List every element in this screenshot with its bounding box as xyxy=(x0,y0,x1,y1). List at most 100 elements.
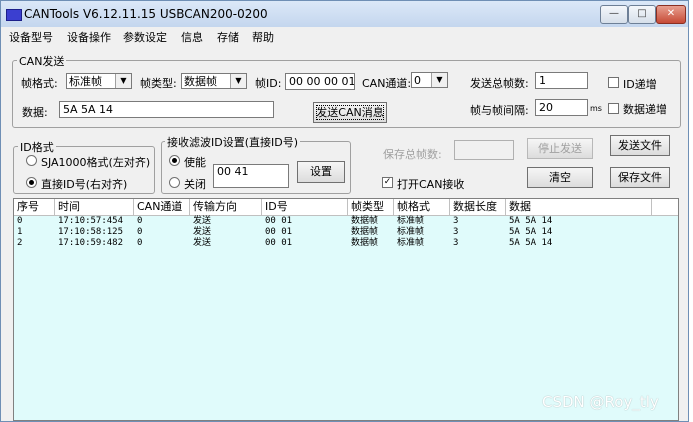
frame-id-input[interactable]: 00 00 00 01 xyxy=(285,73,355,90)
column-header-id[interactable]: ID号 xyxy=(262,199,348,215)
table-row[interactable]: 0 17:10:57:454 0 发送 00 01 数据帧 标准帧 3 5A 5… xyxy=(14,216,678,227)
frame-interval-label: 帧与帧间隔: xyxy=(470,104,529,117)
cell-data: 5A 5A 14 xyxy=(509,216,553,226)
cell-frame-type: 数据帧 xyxy=(351,227,379,237)
cell-data: 5A 5A 14 xyxy=(509,227,553,237)
column-header-index[interactable]: 序号 xyxy=(14,199,55,215)
table-row[interactable]: 1 17:10:58:125 0 发送 00 01 数据帧 标准帧 3 5A 5… xyxy=(14,227,678,238)
frame-type-select[interactable]: 数据帧 ▼ xyxy=(181,73,247,89)
menu-bar: 设备型号 设备操作 参数设定 信息 存储 帮助 xyxy=(1,27,688,45)
cell-frame-type: 数据帧 xyxy=(351,238,379,248)
filter-group-title: 接收滤波ID设置(直接ID号) xyxy=(165,134,301,150)
frame-type-label: 帧类型: xyxy=(140,77,177,90)
open-can-receive-checkbox[interactable]: ✓ xyxy=(382,177,393,188)
column-header-frame-format[interactable]: 帧格式 xyxy=(394,199,450,215)
cell-frame-type: 数据帧 xyxy=(351,216,379,226)
save-file-button[interactable]: 保存文件 xyxy=(610,167,670,188)
frame-format-select[interactable]: 标准帧 ▼ xyxy=(66,73,132,89)
data-label: 数据: xyxy=(22,106,48,119)
window-title: CANTools V6.12.11.15 USBCAN200-0200 xyxy=(24,7,268,21)
cell-index: 0 xyxy=(17,216,23,226)
data-increment-checkbox[interactable] xyxy=(608,103,619,114)
frame-format-value: 标准帧 xyxy=(69,75,102,88)
filter-enable-label: 使能 xyxy=(184,156,206,169)
list-header: 序号 时间 CAN通道 传输方向 ID号 帧类型 帧格式 数据长度 数据 xyxy=(14,199,678,216)
cell-direction: 发送 xyxy=(193,216,212,226)
title-bar[interactable]: CANTools V6.12.11.15 USBCAN200-0200 — □ … xyxy=(1,1,688,27)
send-can-message-button[interactable]: 发送CAN消息 xyxy=(313,102,387,123)
cell-id: 00 01 xyxy=(265,216,293,226)
frame-id-label: 帧ID: xyxy=(255,77,282,90)
cell-id: 00 01 xyxy=(265,227,293,237)
menu-device-operation[interactable]: 设备操作 xyxy=(67,29,111,45)
saved-frames-label: 保存总帧数: xyxy=(383,148,442,161)
cell-can-channel: 0 xyxy=(137,238,143,248)
cell-time: 17:10:58:125 xyxy=(58,227,124,237)
saved-frames-field xyxy=(454,140,514,160)
table-row[interactable]: 2 17:10:59:482 0 发送 00 01 数据帧 标准帧 3 5A 5… xyxy=(14,238,678,249)
clear-button[interactable]: 清空 xyxy=(527,167,593,188)
column-header-data[interactable]: 数据 xyxy=(506,199,652,215)
cell-direction: 发送 xyxy=(193,238,212,248)
sja1000-format-label: SJA1000格式(左对齐) xyxy=(41,156,151,169)
send-file-button[interactable]: 发送文件 xyxy=(610,135,670,156)
direct-id-label: 直接ID号(右对齐) xyxy=(41,178,128,191)
cell-time: 17:10:57:454 xyxy=(58,216,124,226)
cell-can-channel: 0 xyxy=(137,227,143,237)
column-header-frame-type[interactable]: 帧类型 xyxy=(348,199,394,215)
data-increment-label: 数据递增 xyxy=(623,103,667,116)
csdn-watermark: CSDN @Roy_tly xyxy=(542,393,659,411)
menu-parameter-settings[interactable]: 参数设定 xyxy=(123,29,167,45)
cell-data-length: 3 xyxy=(453,227,459,237)
maximize-button[interactable]: □ xyxy=(628,5,656,24)
can-send-group-title: CAN发送 xyxy=(17,53,67,69)
cell-time: 17:10:59:482 xyxy=(58,238,124,248)
can-channel-select[interactable]: 0 ▼ xyxy=(411,72,448,88)
chevron-down-icon: ▼ xyxy=(230,74,246,88)
filter-disable-label: 关闭 xyxy=(184,178,206,191)
cell-index: 2 xyxy=(17,238,23,248)
close-button[interactable]: ✕ xyxy=(656,5,686,24)
column-header-direction[interactable]: 传输方向 xyxy=(190,199,262,215)
cell-id: 00 01 xyxy=(265,238,293,248)
frame-format-label: 帧格式: xyxy=(21,77,58,90)
menu-info[interactable]: 信息 xyxy=(181,29,203,45)
main-window: CANTools V6.12.11.15 USBCAN200-0200 — □ … xyxy=(0,0,689,422)
cell-data: 5A 5A 14 xyxy=(509,238,553,248)
filter-disable-radio[interactable] xyxy=(169,177,180,188)
column-header-can-channel[interactable]: CAN通道 xyxy=(134,199,190,215)
direct-id-radio[interactable] xyxy=(26,177,37,188)
id-format-group-title: ID格式 xyxy=(18,139,56,155)
sja1000-format-radio[interactable] xyxy=(26,155,37,166)
id-increment-label: ID递增 xyxy=(623,78,657,91)
cell-direction: 发送 xyxy=(193,227,212,237)
can-message-list[interactable]: 序号 时间 CAN通道 传输方向 ID号 帧类型 帧格式 数据长度 数据 0 1… xyxy=(13,198,679,421)
cell-data-length: 3 xyxy=(453,238,459,248)
interval-unit-label: ms xyxy=(590,104,602,113)
menu-help[interactable]: 帮助 xyxy=(252,29,274,45)
data-input[interactable]: 5A 5A 14 xyxy=(59,101,274,118)
total-frames-label: 发送总帧数: xyxy=(470,77,529,90)
frame-interval-input[interactable]: 20 xyxy=(535,99,588,116)
cell-frame-format: 标准帧 xyxy=(397,238,425,248)
can-app-icon xyxy=(6,9,22,21)
minimize-button[interactable]: — xyxy=(600,5,628,24)
filter-set-button[interactable]: 设置 xyxy=(297,161,345,183)
cell-data-length: 3 xyxy=(453,216,459,226)
filter-enable-radio[interactable] xyxy=(169,155,180,166)
menu-storage[interactable]: 存储 xyxy=(217,29,239,45)
id-increment-checkbox[interactable] xyxy=(608,77,619,88)
cell-index: 1 xyxy=(17,227,23,237)
can-channel-value: 0 xyxy=(414,74,421,87)
cell-can-channel: 0 xyxy=(137,216,143,226)
filter-id-input[interactable]: 00 41 xyxy=(213,164,289,188)
column-header-data-length[interactable]: 数据长度 xyxy=(450,199,506,215)
column-header-time[interactable]: 时间 xyxy=(55,199,134,215)
chevron-down-icon: ▼ xyxy=(115,74,131,88)
stop-send-button[interactable]: 停止发送 xyxy=(527,138,593,159)
can-channel-label: CAN通道: xyxy=(362,77,412,90)
total-frames-input[interactable]: 1 xyxy=(535,72,588,89)
cell-frame-format: 标准帧 xyxy=(397,227,425,237)
chevron-down-icon: ▼ xyxy=(431,73,447,87)
menu-device-model[interactable]: 设备型号 xyxy=(9,29,53,45)
